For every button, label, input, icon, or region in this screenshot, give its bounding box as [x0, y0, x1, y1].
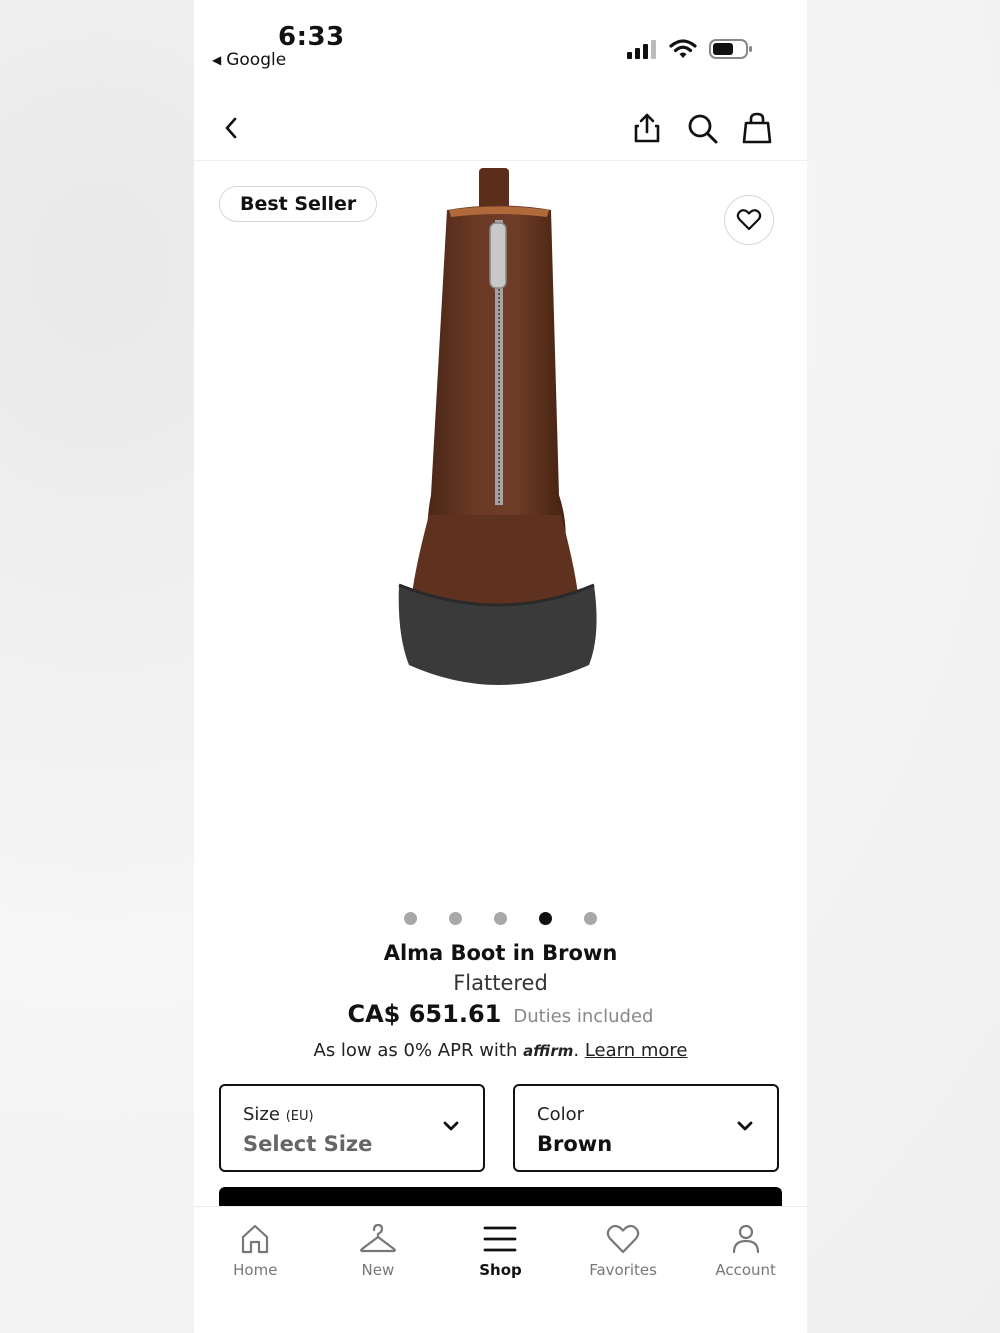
affirm-row: As low as 0% APR with affirm. Learn more [194, 1040, 807, 1061]
phone-screen: 6:33 ◀ Google Best Seller Alma Boot in B… [194, 0, 807, 1333]
share-icon[interactable] [630, 110, 664, 146]
color-label: Color [537, 1104, 584, 1125]
pager-dot[interactable] [494, 912, 507, 925]
tab-new-label: New [361, 1261, 395, 1279]
status-time: 6:33 [278, 22, 345, 52]
product-name: Alma Boot in Brown [383, 941, 618, 965]
size-value: Select Size [243, 1132, 373, 1156]
best-seller-badge: Best Seller [219, 186, 378, 222]
battery-icon [709, 39, 752, 59]
favorite-button[interactable] [724, 195, 774, 245]
image-pager [194, 912, 807, 925]
size-label-text: Size [243, 1104, 280, 1125]
tab-shop-label: Shop [479, 1261, 522, 1279]
size-label: Size (EU) [243, 1104, 314, 1125]
tab-shop[interactable]: Shop [439, 1207, 562, 1333]
signal-icon [627, 40, 656, 59]
wifi-icon [669, 39, 697, 58]
tab-favorites-label: Favorites [589, 1261, 657, 1279]
pager-dot[interactable] [404, 912, 417, 925]
tab-new[interactable]: New [317, 1207, 440, 1333]
back-to-app[interactable]: ◀ Google [212, 50, 286, 70]
search-icon[interactable] [686, 112, 720, 146]
back-icon[interactable] [216, 113, 246, 143]
heart-icon [606, 1224, 640, 1254]
back-triangle-icon: ◀ [212, 53, 222, 67]
person-icon [732, 1224, 759, 1254]
affirm-separator: . [573, 1040, 580, 1061]
tab-account-label: Account [715, 1261, 776, 1279]
size-unit: (EU) [285, 1109, 314, 1124]
pager-dot[interactable] [449, 912, 462, 925]
bottom-tab-bar: Home New Shop Favorites Account [194, 1206, 807, 1333]
pager-dot-active[interactable] [539, 912, 552, 925]
pager-dot[interactable] [584, 912, 597, 925]
top-nav [194, 100, 807, 161]
bag-icon[interactable] [740, 110, 774, 146]
affirm-logo: affirm [523, 1042, 574, 1060]
hanger-icon [360, 1223, 396, 1253]
tab-home-label: Home [233, 1261, 278, 1279]
chevron-down-icon [737, 1121, 753, 1131]
tab-account[interactable]: Account [684, 1207, 807, 1333]
home-icon [242, 1224, 269, 1254]
back-app-label: Google [226, 50, 287, 70]
status-icons [627, 38, 753, 60]
duties-note: Duties included [513, 1006, 654, 1027]
color-select[interactable]: Color Brown [513, 1084, 779, 1172]
product-image [398, 168, 597, 685]
price-row: CA$ 651.61 Duties included [194, 1000, 807, 1028]
heart-icon [736, 209, 762, 231]
tab-favorites[interactable]: Favorites [562, 1207, 685, 1333]
size-select[interactable]: Size (EU) Select Size [219, 1084, 485, 1172]
affirm-text: As low as 0% APR with [313, 1040, 518, 1061]
tab-home[interactable]: Home [194, 1207, 317, 1333]
chevron-down-icon [443, 1121, 459, 1131]
color-value: Brown [537, 1132, 613, 1156]
menu-icon [484, 1226, 517, 1252]
product-brand[interactable]: Flattered [194, 971, 807, 995]
product-price: CA$ 651.61 [347, 1000, 502, 1028]
learn-more-link[interactable]: Learn more [585, 1040, 688, 1061]
